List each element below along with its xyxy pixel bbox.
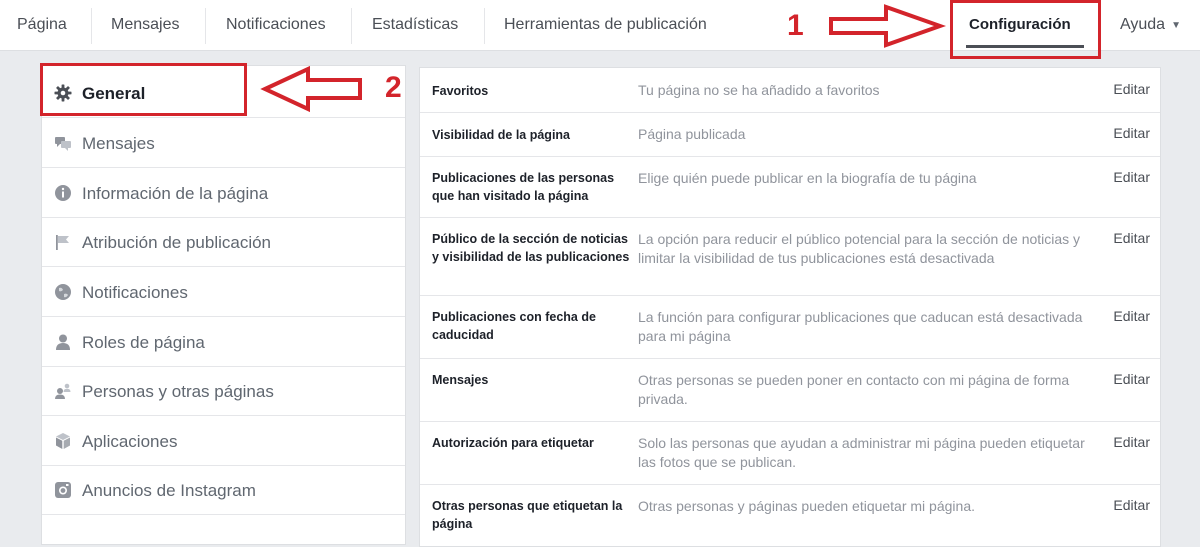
edit-link[interactable]: Editar	[1113, 81, 1150, 97]
setting-label: Favoritos	[432, 84, 489, 98]
nav-tab-mensajes[interactable]: Mensajes	[111, 0, 179, 50]
setting-label: Público de la sección de noticias y visi…	[432, 232, 630, 264]
sidebar-item-notificaciones[interactable]: Notificaciones	[42, 268, 405, 317]
setting-value: Otras personas se pueden poner en contac…	[638, 372, 1070, 407]
edit-link[interactable]: Editar	[1113, 169, 1150, 185]
nav-divider	[91, 8, 92, 44]
info-icon	[55, 185, 71, 201]
people-icon	[55, 383, 71, 399]
setting-value: La función para configurar publicaciones…	[638, 309, 1083, 344]
setting-value: Otras personas y páginas pueden etiqueta…	[638, 498, 975, 514]
sidebar-item-label: Atribución de publicación	[82, 233, 272, 252]
nav-divider	[484, 8, 485, 44]
caret-down-icon: ▼	[1171, 20, 1181, 31]
person-icon	[56, 334, 70, 350]
sidebar-item-label: Mensajes	[82, 134, 155, 153]
edit-link[interactable]: Editar	[1113, 125, 1150, 141]
sidebar-item-label: Notificaciones	[82, 283, 188, 302]
setting-value: Página publicada	[638, 126, 746, 142]
settings-table: Favoritos Tu página no se ha añadido a f…	[419, 67, 1161, 547]
setting-label: Autorización para etiquetar	[432, 436, 594, 450]
settings-row-favoritos: Favoritos Tu página no se ha añadido a f…	[420, 68, 1160, 113]
edit-link[interactable]: Editar	[1113, 497, 1150, 513]
nav-tab-pagina[interactable]: Página	[17, 0, 67, 50]
setting-label: Publicaciones de las personas que han vi…	[432, 171, 615, 203]
edit-link[interactable]: Editar	[1113, 308, 1150, 324]
settings-row-otras-personas-etiquetan: Otras personas que etiquetan la página O…	[420, 485, 1160, 546]
sidebar-item-label: Aplicaciones	[82, 432, 178, 451]
settings-row-publicaciones-visitantes: Publicaciones de las personas que han vi…	[420, 157, 1160, 218]
annotation-number-1: 1	[787, 9, 804, 42]
settings-row-visibilidad: Visibilidad de la página Página publicad…	[420, 113, 1160, 157]
annotation-box-general	[40, 63, 247, 116]
edit-link[interactable]: Editar	[1113, 434, 1150, 450]
setting-label: Visibilidad de la página	[432, 128, 571, 142]
settings-sidebar: General Mensajes Información de la págin…	[41, 65, 406, 545]
setting-label: Mensajes	[432, 373, 489, 387]
settings-row-publico-noticias: Público de la sección de noticias y visi…	[420, 218, 1160, 296]
sidebar-item-personas[interactable]: Personas y otras páginas	[42, 367, 405, 416]
nav-tab-notificaciones[interactable]: Notificaciones	[226, 0, 326, 50]
nav-divider	[351, 8, 352, 44]
settings-row-fecha-caducidad: Publicaciones con fecha de caducidad La …	[420, 296, 1160, 359]
setting-label: Otras personas que etiquetan la página	[432, 499, 623, 531]
sidebar-item-instagram[interactable]: Anuncios de Instagram	[42, 466, 405, 515]
globe-icon	[55, 284, 71, 300]
annotation-number-2: 2	[385, 71, 402, 104]
sidebar-item-roles[interactable]: Roles de página	[42, 318, 405, 367]
edit-link[interactable]: Editar	[1113, 371, 1150, 387]
sidebar-item-label: Información de la página	[82, 184, 269, 203]
sidebar-item-label: Anuncios de Instagram	[82, 481, 256, 500]
flag-icon	[56, 235, 69, 250]
setting-label: Publicaciones con fecha de caducidad	[432, 310, 596, 342]
setting-value: Solo las personas que ayudan a administr…	[638, 435, 1085, 470]
nav-tab-estadisticas[interactable]: Estadísticas	[372, 0, 458, 50]
cube-icon	[56, 433, 70, 449]
nav-tab-ayuda[interactable]: Ayuda ▼	[1120, 0, 1181, 50]
instagram-icon	[55, 482, 71, 498]
annotation-box-configuracion	[950, 0, 1101, 59]
setting-value: La opción para reducir el público potenc…	[638, 231, 1081, 266]
sidebar-item-atribucion[interactable]: Atribución de publicación	[42, 218, 405, 267]
sidebar-item-aplicaciones[interactable]: Aplicaciones	[42, 417, 405, 466]
nav-ayuda-label: Ayuda	[1120, 16, 1166, 33]
setting-value: Tu página no se ha añadido a favoritos	[638, 82, 880, 98]
annotation-arrow-left-icon	[260, 65, 362, 113]
sidebar-item-label: Roles de página	[82, 333, 205, 352]
settings-row-autorizacion-etiquetar: Autorización para etiquetar Solo las per…	[420, 422, 1160, 485]
sidebar-item-informacion[interactable]: Información de la página	[42, 169, 405, 218]
edit-link[interactable]: Editar	[1113, 230, 1150, 246]
sidebar-item-mensajes[interactable]: Mensajes	[42, 119, 405, 168]
chat-bubbles-icon	[55, 137, 71, 151]
settings-row-mensajes: Mensajes Otras personas se pueden poner …	[420, 359, 1160, 422]
nav-tab-herramientas[interactable]: Herramientas de publicación	[504, 0, 707, 50]
nav-divider	[205, 8, 206, 44]
setting-value: Elige quién puede publicar en la biograf…	[638, 170, 977, 186]
sidebar-item-label: Personas y otras páginas	[82, 382, 274, 401]
annotation-arrow-right-icon	[829, 4, 947, 48]
